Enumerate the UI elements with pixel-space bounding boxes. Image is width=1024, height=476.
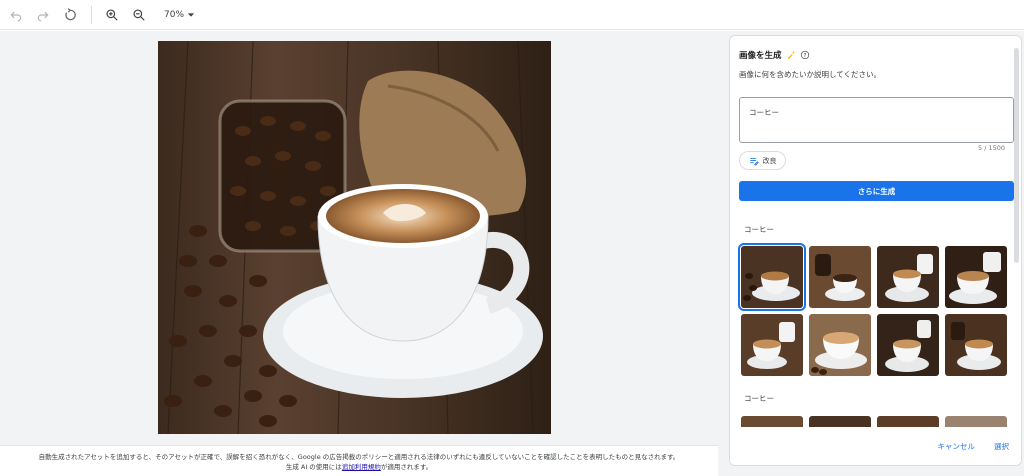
- result-thumbnail[interactable]: [741, 314, 803, 376]
- panel-subtitle: 画像に何を含めたいか説明してください。: [739, 70, 882, 79]
- result-thumbnail[interactable]: [877, 314, 939, 376]
- terms-prefix: 生成 AI の使用には: [285, 463, 342, 471]
- coffee-image-preview: [158, 41, 551, 434]
- redo-icon[interactable]: [31, 3, 55, 27]
- undo-icon[interactable]: [4, 3, 28, 27]
- refine-icon: [749, 157, 759, 166]
- image-canvas: [0, 31, 718, 445]
- refine-label: 改良: [762, 156, 777, 165]
- help-icon[interactable]: ?: [800, 50, 810, 60]
- prompt-value: コーヒー: [749, 108, 779, 117]
- terms-line-2: 生成 AI の使用には追加利用規約が適用されます。: [0, 462, 718, 472]
- sparkle-pen-icon: [787, 50, 795, 60]
- generate-image-panel: 画像を生成 ? 画像に何を含めたいか説明してください。 コーヒー 5 / 150…: [729, 35, 1022, 466]
- svg-text:?: ?: [803, 53, 806, 59]
- refine-button[interactable]: 改良: [739, 151, 786, 170]
- toolbar-divider: [91, 5, 92, 24]
- zoom-in-icon[interactable]: [100, 3, 124, 27]
- panel-actions: キャンセル 選択: [730, 427, 1021, 465]
- result-thumbnail-selected[interactable]: [738, 243, 806, 311]
- terms-footer: 自動生成されたアセットを追加すると、そのアセットが正確で、誤解を招く恐れがなく、…: [0, 445, 718, 476]
- results-section-label-1: コーヒー: [744, 225, 774, 234]
- result-thumbnail[interactable]: [809, 314, 871, 376]
- toolbar: 70%: [0, 0, 1024, 30]
- additional-terms-link[interactable]: 追加利用規約: [342, 463, 381, 471]
- panel-scrollbar[interactable]: [1014, 48, 1019, 263]
- result-thumbnail[interactable]: [945, 246, 1007, 308]
- generate-more-button[interactable]: さらに生成: [739, 181, 1014, 201]
- zoom-level-dropdown[interactable]: 70%: [164, 10, 195, 20]
- char-counter: 5 / 1500: [978, 144, 1005, 152]
- cancel-button[interactable]: キャンセル: [938, 441, 976, 452]
- results-section-label-2: コーヒー: [744, 394, 774, 403]
- terms-line-1: 自動生成されたアセットを追加すると、そのアセットが正確で、誤解を招く恐れがなく、…: [38, 453, 680, 461]
- results-grid-1: [738, 243, 1007, 376]
- select-button[interactable]: 選択: [994, 441, 1009, 452]
- chevron-down-icon: [187, 12, 195, 17]
- result-thumbnail[interactable]: [877, 246, 939, 308]
- panel-title-text: 画像を生成: [739, 51, 782, 61]
- result-thumbnail[interactable]: [809, 246, 871, 308]
- reset-icon[interactable]: [58, 3, 82, 27]
- panel-title: 画像を生成 ?: [739, 49, 810, 61]
- zoom-level-value: 70%: [164, 9, 185, 20]
- zoom-out-icon[interactable]: [127, 3, 151, 27]
- result-thumbnail[interactable]: [945, 314, 1007, 376]
- terms-suffix: が適用されます。: [380, 463, 433, 471]
- prompt-input[interactable]: コーヒー: [739, 97, 1014, 143]
